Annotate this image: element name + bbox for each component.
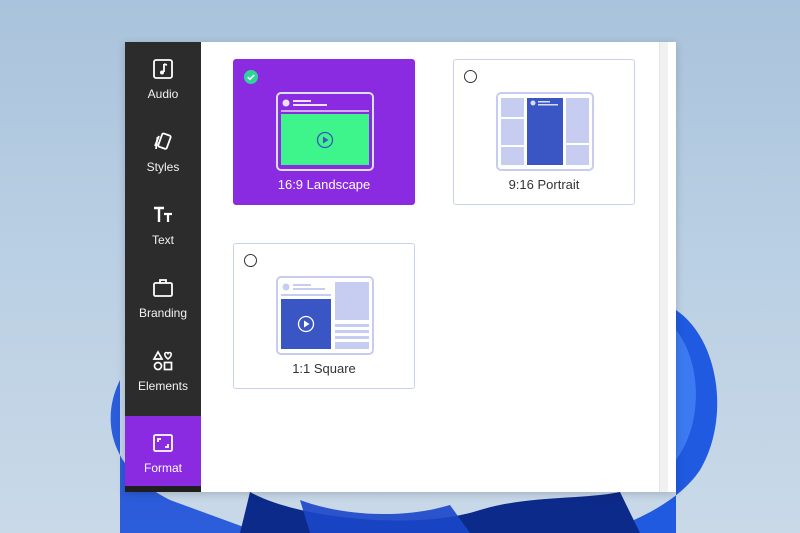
format-card-landscape[interactable]: 16:9 Landscape — [233, 59, 415, 205]
sidebar-item-label: Text — [151, 232, 174, 247]
sidebar-item-format[interactable]: Format — [125, 416, 201, 489]
sidebar-item-label: Format — [143, 460, 182, 475]
radio-button-portrait[interactable] — [464, 70, 477, 83]
desktop-background: Audio Styles Text Branding Elements Form… — [0, 0, 800, 533]
sidebar-item-branding[interactable]: Branding — [125, 261, 201, 334]
format-icon — [153, 433, 173, 452]
sidebar-item-label: Elements — [137, 378, 189, 393]
text-icon — [154, 206, 172, 222]
sidebar-item-audio[interactable]: Audio — [125, 42, 201, 115]
portrait-thumbnail — [496, 92, 594, 171]
check-icon — [244, 70, 258, 84]
styles-icon — [154, 132, 172, 150]
scrollbar[interactable] — [659, 42, 668, 492]
format-card-square[interactable]: 1:1 Square — [233, 243, 415, 389]
elements-icon — [152, 349, 173, 370]
sidebar-footer — [125, 486, 201, 492]
sidebar-item-elements[interactable]: Elements — [125, 334, 201, 407]
format-label-landscape: 16:9 Landscape — [277, 177, 371, 192]
sidebar-item-label: Audio — [147, 86, 179, 101]
format-label-portrait: 9:16 Portrait — [508, 177, 580, 192]
format-panel: 16:9 Landscape 9:16 Portrait 1:1 Square — [201, 42, 668, 492]
sidebar-item-label: Branding — [138, 305, 188, 320]
audio-icon — [153, 58, 173, 79]
format-card-portrait[interactable]: 9:16 Portrait — [453, 59, 635, 205]
landscape-thumbnail — [276, 92, 374, 171]
sidebar-item-text[interactable]: Text — [125, 188, 201, 261]
format-label-square: 1:1 Square — [292, 361, 356, 376]
sidebar-item-label: Styles — [146, 159, 180, 174]
app-window: Audio Styles Text Branding Elements Form… — [125, 42, 676, 492]
sidebar: Audio Styles Text Branding Elements Form… — [125, 42, 201, 492]
sidebar-item-styles[interactable]: Styles — [125, 115, 201, 188]
radio-button-square[interactable] — [244, 254, 257, 267]
square-thumbnail — [276, 276, 374, 355]
branding-icon — [153, 278, 173, 297]
